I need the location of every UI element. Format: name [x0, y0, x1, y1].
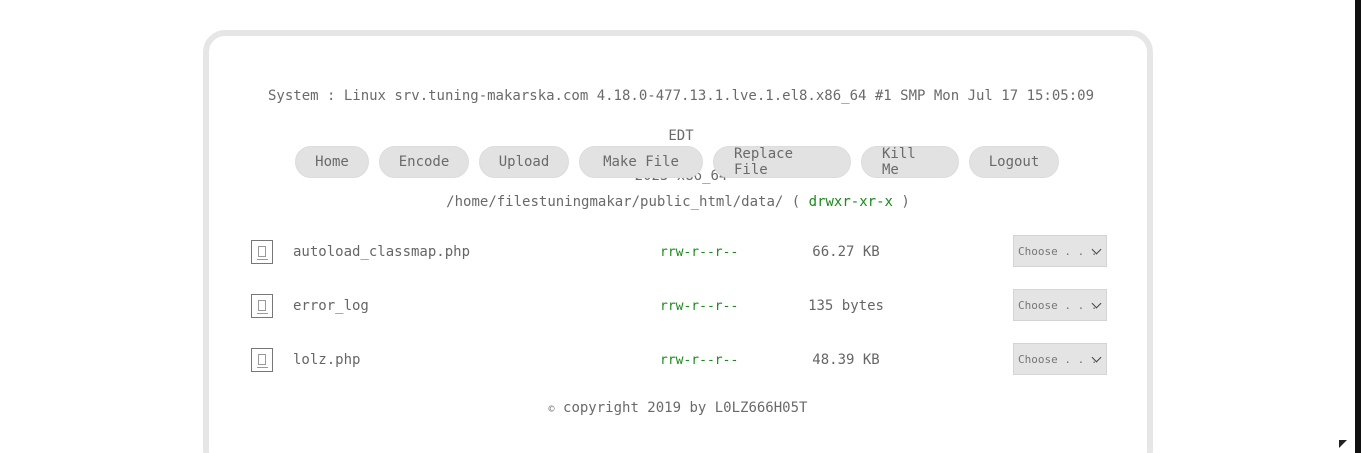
logout-button[interactable]: Logout [969, 146, 1059, 178]
upload-button[interactable]: Upload [479, 146, 569, 178]
current-path: /home/filestuningmakar/public_html/data/… [209, 194, 1147, 210]
file-row: error_log rrw-r--r-- 135 bytes Choose . … [246, 284, 1108, 338]
file-permission: rrw-r--r-- [660, 299, 739, 314]
file-icon [251, 294, 273, 318]
copyright-symbol: © [548, 404, 555, 415]
file-row: autoload_classmap.php rrw-r--r-- 66.27 K… [246, 230, 1108, 284]
path-paren-open: ( [791, 194, 801, 210]
file-name[interactable]: error_log [293, 298, 369, 314]
nav-bar: Home Encode Upload Make File Replace Fil… [295, 146, 1059, 178]
file-list: autoload_classmap.php rrw-r--r-- 66.27 K… [246, 230, 1108, 392]
file-size: 135 bytes [808, 298, 884, 314]
path-dir[interactable]: /home/filestuningmakar/public_html/data/ [446, 194, 783, 210]
file-manager-panel: System : Linux srv.tuning-makarska.com 4… [203, 30, 1153, 453]
file-name[interactable]: lolz.php [293, 352, 360, 368]
file-permission: rrw-r--r-- [660, 353, 739, 368]
file-action-select-label: Choose . . . [1018, 244, 1098, 258]
file-action-select[interactable]: Choose . . . [1013, 235, 1107, 267]
path-permission: drwxr-xr-x [808, 194, 893, 210]
system-info-line1: System : Linux srv.tuning-makarska.com 4… [267, 88, 1094, 144]
file-action-select[interactable]: Choose . . . [1013, 343, 1107, 375]
footer: © copyright 2019 by L0LZ666H05T [209, 400, 1147, 416]
path-paren-close: ) [901, 194, 910, 210]
mouse-cursor-icon [1339, 440, 1347, 448]
file-action-select-label: Choose . . . [1018, 352, 1098, 366]
file-action-select-label: Choose . . . [1018, 298, 1098, 312]
file-size: 48.39 KB [812, 352, 880, 368]
file-icon [251, 240, 273, 264]
make-file-button[interactable]: Make File [579, 146, 703, 178]
file-size: 66.27 KB [812, 244, 880, 260]
file-icon [251, 348, 273, 372]
file-permission: rrw-r--r-- [660, 245, 739, 260]
file-row: lolz.php rrw-r--r-- 48.39 KB Choose . . … [246, 338, 1108, 392]
page: System : Linux srv.tuning-makarska.com 4… [0, 0, 1361, 453]
encode-button[interactable]: Encode [379, 146, 469, 178]
home-button[interactable]: Home [295, 146, 369, 178]
footer-text: copyright 2019 by L0LZ666H05T [563, 400, 808, 416]
scrollbar[interactable] [1355, 0, 1361, 453]
file-name[interactable]: autoload_classmap.php [293, 244, 470, 260]
system-info: System : Linux srv.tuning-makarska.com 4… [261, 76, 1101, 196]
file-action-select[interactable]: Choose . . . [1013, 289, 1107, 321]
replace-file-button[interactable]: Replace File [713, 146, 851, 178]
kill-me-button[interactable]: Kill Me [861, 146, 959, 178]
